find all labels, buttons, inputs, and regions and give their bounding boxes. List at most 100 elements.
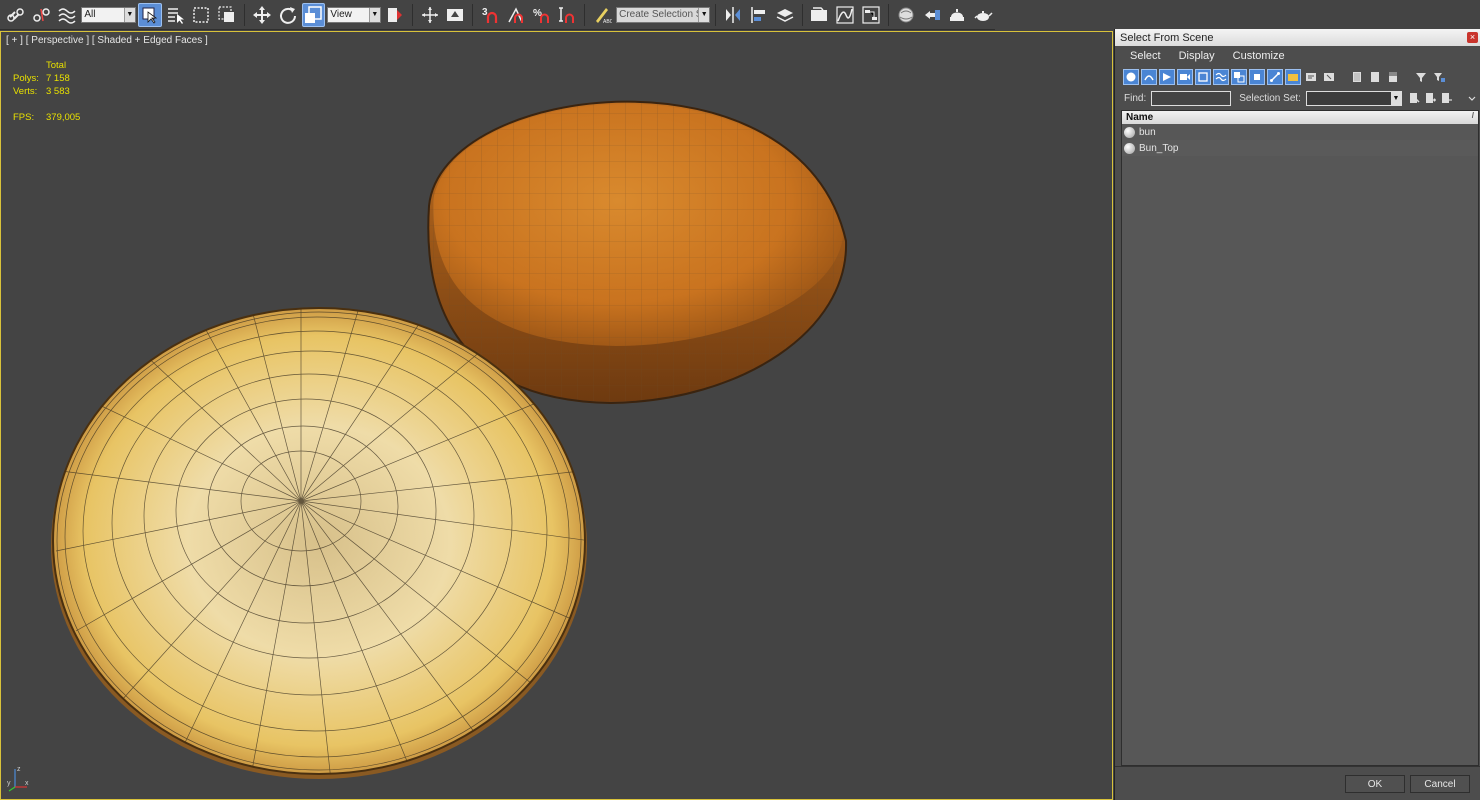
rotate-icon[interactable] <box>276 3 300 27</box>
stats-verts-label: Verts: <box>13 86 38 97</box>
geometry-filter-icon[interactable] <box>1123 69 1139 85</box>
render-frame-icon[interactable] <box>945 3 969 27</box>
curve-editor-icon[interactable] <box>833 3 857 27</box>
display-all-icon[interactable] <box>1349 69 1365 85</box>
spinner-snap-icon[interactable] <box>556 3 580 27</box>
list-item[interactable]: Bun_Top <box>1122 140 1478 156</box>
stats-polys-value: 7 158 <box>46 73 70 84</box>
sort-indicator: / <box>1471 111 1474 120</box>
scene-render <box>51 100 848 779</box>
find-input[interactable] <box>1151 90 1232 106</box>
stats-polys-label: Polys: <box>13 73 39 84</box>
material-editor-icon[interactable] <box>894 3 918 27</box>
schematic-view-icon[interactable] <box>859 3 883 27</box>
selection-set-combo[interactable]: ▼ <box>1305 90 1402 106</box>
unlink-icon[interactable] <box>30 3 54 27</box>
dialog-title-bar[interactable]: Select From Scene × <box>1115 29 1480 46</box>
toolbar-separator <box>472 3 474 26</box>
bones-filter-icon[interactable] <box>1267 69 1283 85</box>
helpers-filter-icon[interactable] <box>1195 69 1211 85</box>
create-selection-set-icon[interactable] <box>1406 90 1422 106</box>
rect-region-icon[interactable] <box>189 3 213 27</box>
column-header-name-label: Name <box>1126 112 1154 123</box>
toolbar-separator <box>715 3 717 26</box>
dialog-title: Select From Scene <box>1120 31 1214 44</box>
select-by-name-icon[interactable] <box>164 3 188 27</box>
display-none-icon[interactable] <box>1367 69 1383 85</box>
window-crossing-icon[interactable] <box>215 3 239 27</box>
axis-z-label: z <box>17 766 21 773</box>
manipulate-icon[interactable] <box>418 3 442 27</box>
angle-snap-icon[interactable] <box>504 3 528 27</box>
scale-icon[interactable] <box>301 2 326 27</box>
bind-spacewarp-icon[interactable] <box>56 3 80 27</box>
axis-x-label: x <box>25 780 29 787</box>
snap-icon[interactable]: 3 <box>478 3 502 27</box>
list-item-label: bun <box>1139 126 1156 138</box>
find-label: Find: <box>1124 92 1147 104</box>
percent-snap-icon[interactable]: % <box>530 3 554 27</box>
pivot-icon[interactable] <box>383 3 407 27</box>
spacewarps-filter-icon[interactable] <box>1213 69 1229 85</box>
toolbar-separator <box>411 3 413 26</box>
stats-fps-label: FPS: <box>13 112 35 123</box>
edit-named-selection-icon[interactable]: ABC <box>590 3 614 27</box>
stats-total-label: Total <box>46 60 67 71</box>
chevron-down-icon[interactable] <box>1464 90 1480 106</box>
stats-fps-value: 379,005 <box>46 112 81 123</box>
named-selection-set-combo[interactable]: Create Selection Se ▼ <box>616 6 711 23</box>
axis-y-label: y <box>7 780 11 787</box>
shapes-filter-icon[interactable] <box>1141 69 1157 85</box>
viewport-label[interactable]: [ + ] [ Perspective ] [ Shaded + Edged F… <box>6 35 208 46</box>
filter-options-icon[interactable] <box>1431 69 1447 85</box>
mirror-icon[interactable] <box>721 3 745 27</box>
svg-text:ABC: ABC <box>603 19 612 25</box>
stats-verts-value: 3 583 <box>46 86 70 97</box>
ok-button[interactable]: OK <box>1345 775 1405 793</box>
select-object-icon[interactable] <box>137 2 162 27</box>
close-icon[interactable]: × <box>1467 32 1478 43</box>
display-invert-icon[interactable] <box>1385 69 1401 85</box>
chevron-down-icon: ▼ <box>1390 91 1401 105</box>
add-to-selection-set-icon[interactable] <box>1422 90 1438 106</box>
hidden-filter-icon[interactable] <box>1321 69 1337 85</box>
cameras-filter-icon[interactable] <box>1177 69 1193 85</box>
dialog-filter-toolbar <box>1115 66 1480 88</box>
toolbar-separator <box>244 3 245 26</box>
filter-icon[interactable] <box>1413 69 1429 85</box>
menu-select[interactable]: Select <box>1130 50 1161 62</box>
toolbar-separator <box>584 3 586 26</box>
containers-filter-icon[interactable] <box>1285 69 1301 85</box>
link-icon[interactable] <box>4 3 28 27</box>
render-teapot-icon[interactable] <box>971 3 995 27</box>
render-setup-icon[interactable] <box>920 3 944 27</box>
layer-manager-icon[interactable] <box>773 3 797 27</box>
move-icon[interactable] <box>250 3 274 27</box>
scene-explorer-icon[interactable] <box>808 3 832 27</box>
cancel-button[interactable]: Cancel <box>1410 775 1470 793</box>
named-selection-set-placeholder: Create Selection Se <box>619 9 709 20</box>
keyboard-shortcut-icon[interactable] <box>443 3 467 27</box>
lights-filter-icon[interactable] <box>1159 69 1175 85</box>
chevron-down-icon: ▼ <box>698 7 710 22</box>
column-header-name[interactable]: Name / <box>1122 111 1478 124</box>
chevron-down-icon: ▼ <box>123 7 135 22</box>
remove-from-selection-set-icon[interactable] <box>1438 90 1454 106</box>
align-icon[interactable] <box>747 3 771 27</box>
axis-tripod-icon: z x y <box>7 766 29 792</box>
main-toolbar: All ▼ View ▼ 3 % ABC Create Selection Se… <box>0 0 995 30</box>
reference-coordinate-combo[interactable]: View ▼ <box>327 6 381 23</box>
chevron-down-icon: ▼ <box>368 7 380 22</box>
select-from-scene-dialog: Select From Scene × Select Display Custo… <box>1114 29 1480 800</box>
perspective-viewport[interactable]: [ + ] [ Perspective ] [ Shaded + Edged F… <box>0 31 1113 800</box>
selection-filter-combo[interactable]: All ▼ <box>81 6 136 23</box>
menu-display[interactable]: Display <box>1179 50 1215 62</box>
list-item[interactable]: bun <box>1122 124 1478 140</box>
frozen-filter-icon[interactable] <box>1303 69 1319 85</box>
bun-top-mesh <box>427 100 848 405</box>
xrefs-filter-icon[interactable] <box>1249 69 1265 85</box>
groups-filter-icon[interactable] <box>1231 69 1247 85</box>
viewport-statistics: Total Polys: 7 158 Verts: 3 583 FPS: 379,00… <box>13 59 80 124</box>
scene-object-list: Name / bun Bun_Top <box>1121 110 1479 766</box>
menu-customize[interactable]: Customize <box>1233 50 1285 62</box>
